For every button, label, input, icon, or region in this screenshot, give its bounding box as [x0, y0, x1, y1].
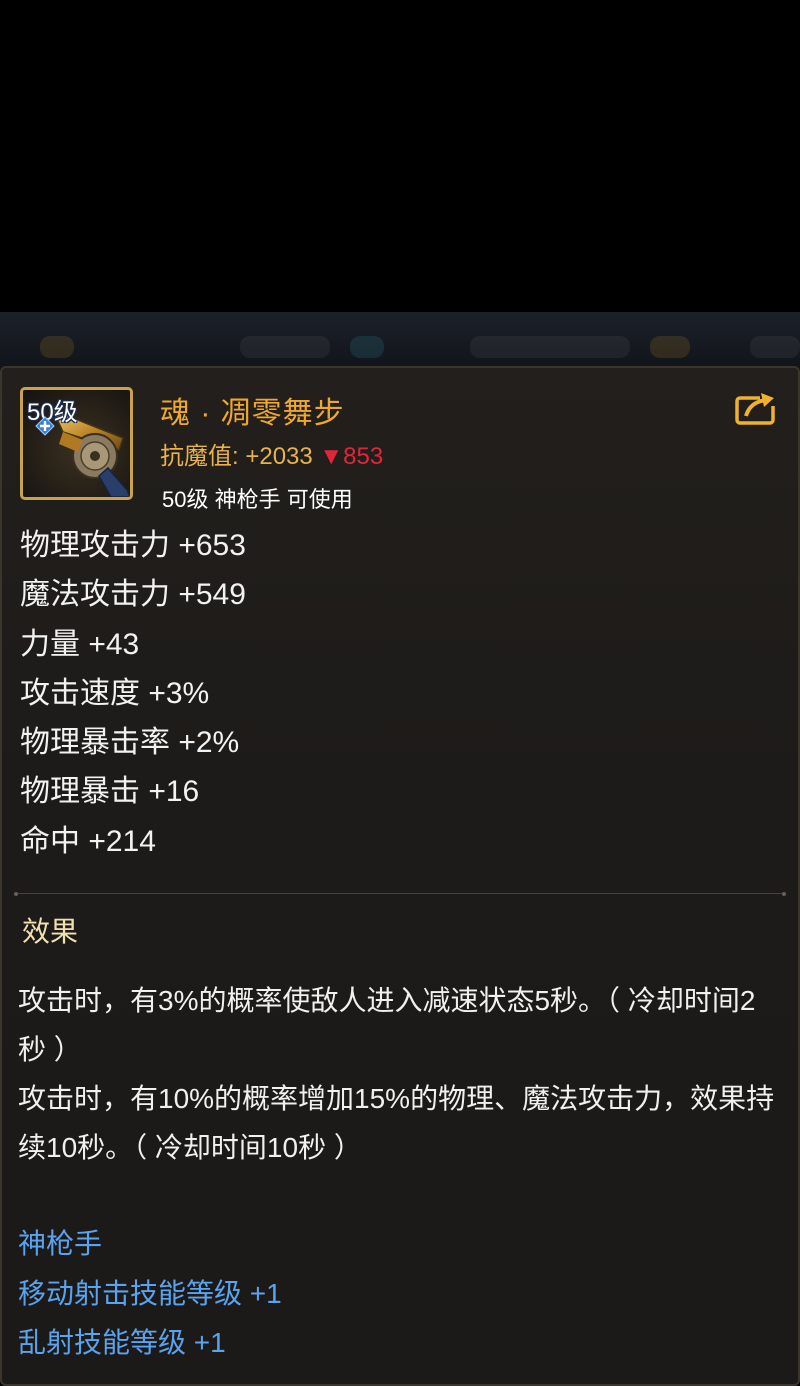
skill-bonus: 移动射击技能等级 +1 [18, 1277, 282, 1309]
effect-line: 攻击时，有3%的概率使敌人进入减速状态5秒。（ 冷却时间2秒 ） [18, 985, 756, 1065]
class-bonus: 神枪手 移动射击技能等级 +1 乱射技能等级 +1 [18, 1224, 282, 1373]
stat-line: 命中 +214 [20, 824, 156, 858]
blurred-icon [40, 336, 74, 358]
class-name: 神枪手 [18, 1228, 103, 1259]
blurred-label [470, 336, 630, 358]
usage-requirement: 50级 神枪手 可使用 [162, 487, 353, 512]
share-arrow-icon[interactable] [734, 390, 778, 426]
effect-description: 攻击时，有3%的概率使敌人进入减速状态5秒。（ 冷却时间2秒 ） 攻击时，有10… [18, 976, 782, 1172]
effect-title: 效果 [22, 916, 79, 947]
item-icon-frame[interactable]: 50级 [20, 387, 133, 500]
resist-row: 抗魔值: +2033 ▼853 [160, 436, 383, 471]
stat-line: 物理攻击力 +653 [20, 529, 246, 562]
stat-line: 攻击速度 +3% [20, 676, 210, 710]
blurred-icon [350, 336, 384, 358]
background-game-ui [0, 312, 800, 370]
resist-label: 抗魔值: [160, 443, 239, 470]
resist-decrease: ▼853 [319, 443, 384, 470]
stat-list: 物理攻击力 +653 魔法攻击力 +549 力量 +43 攻击速度 +3% 物理… [20, 526, 246, 871]
skill-bonus: 乱射技能等级 +1 [18, 1327, 226, 1358]
item-name: 魂 · 凋零舞步 [160, 397, 345, 430]
stat-line: 物理暴击率 +2% [20, 726, 240, 760]
plus-icon [35, 416, 55, 436]
blurred-label [240, 336, 330, 358]
resist-value: +2033 [245, 443, 313, 470]
blurred-icon [650, 336, 690, 358]
effect-line: 攻击时，有10%的概率增加15%的物理、魔法攻击力，效果持续10秒。（ 冷却时间… [18, 1083, 775, 1163]
stat-line: 力量 +43 [20, 627, 140, 661]
blurred-label [750, 336, 800, 358]
item-tooltip: 50级 魂 · 凋零舞步 抗魔值: +2033 ▼853 50级 神枪手 可使用… [0, 366, 800, 1386]
stat-line: 魔法攻击力 +549 [20, 578, 246, 612]
stat-line: 物理暴击 +16 [20, 775, 200, 809]
letterbox-top [0, 0, 800, 312]
section-divider [14, 892, 786, 896]
